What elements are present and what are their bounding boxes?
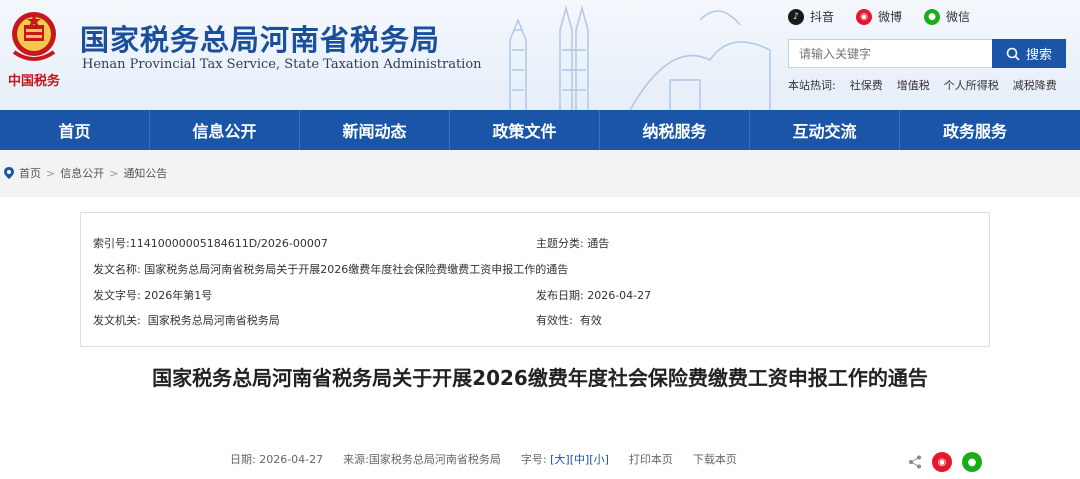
breadcrumb: 首页 > 信息公开 > 通知公告: [4, 165, 167, 181]
meta-category: 主题分类: 通告: [536, 237, 610, 250]
meta-doc-no: 发文字号: 2026年第1号: [93, 289, 213, 302]
tax-emblem-icon[interactable]: [6, 8, 62, 68]
hot-keyword[interactable]: 个人所得税: [944, 77, 999, 93]
social-douyin[interactable]: ♪ 抖音: [788, 8, 834, 25]
social-links: ♪ 抖音 ◉ 微博 ● 微信: [788, 8, 970, 25]
share-icon[interactable]: [908, 455, 922, 469]
share-wechat-icon[interactable]: ●: [962, 452, 982, 472]
breadcrumb-separator: >: [46, 166, 56, 180]
share-weibo-icon[interactable]: ◉: [932, 452, 952, 472]
search-box: 搜索: [788, 39, 1066, 68]
meta-issuer: 发文机关: 国家税务总局河南省税务局: [93, 314, 280, 327]
site-header: 中国税务 国家税务总局河南省税务局 Henan Provincial Tax S…: [0, 0, 1080, 110]
social-weibo[interactable]: ◉ 微博: [856, 8, 902, 25]
article-content: 索引号:11410000005184611D/2026-00007 主题分类: …: [0, 197, 1080, 479]
search-input[interactable]: [788, 39, 992, 68]
meta-validity: 有效性: 有效: [536, 314, 602, 327]
location-pin-icon: [4, 167, 14, 179]
article-source: 国家税务总局河南省税务局: [368, 453, 501, 466]
hot-label: 本站热词:: [788, 79, 836, 92]
social-wechat[interactable]: ● 微信: [924, 8, 970, 25]
weibo-icon: ◉: [856, 8, 873, 25]
article-info-bar: 日期: 2026-04-27 来源: 国家税务总局河南省税务局 字号: [大] […: [230, 451, 737, 467]
nav-item-home[interactable]: 首页: [0, 110, 150, 150]
breadcrumb-notice[interactable]: 通知公告: [123, 165, 167, 181]
nav-item-policy[interactable]: 政策文件: [450, 110, 600, 150]
logo-text: 中国税务: [8, 74, 61, 89]
breadcrumb-separator: >: [109, 166, 119, 180]
share-bar: ◉ ●: [908, 452, 982, 472]
city-skyline-illustration: [509, 5, 771, 110]
search-button[interactable]: 搜索: [992, 39, 1066, 68]
print-button[interactable]: 打印本页: [629, 451, 673, 467]
douyin-icon: ♪: [788, 8, 804, 25]
meta-date: 发布日期: 2026-04-27: [536, 289, 652, 302]
nav-item-interaction[interactable]: 互动交流: [750, 110, 900, 150]
hot-keywords: 本站热词: 社保费 增值税 个人所得税 减税降费: [788, 77, 1057, 93]
document-meta: 索引号:11410000005184611D/2026-00007 主题分类: …: [80, 212, 990, 347]
meta-index: 索引号:11410000005184611D/2026-00007: [93, 237, 328, 250]
site-title[interactable]: 国家税务总局河南省税务局: [80, 17, 440, 59]
hot-keyword[interactable]: 社保费: [850, 77, 883, 93]
article-title: 国家税务总局河南省税务局关于开展2026缴费年度社会保险费缴费工资申报工作的通告: [152, 366, 928, 390]
hot-keyword[interactable]: 增值税: [897, 77, 930, 93]
search-icon: [1006, 47, 1020, 61]
font-size-large-button[interactable]: [大]: [550, 451, 570, 467]
nav-item-info-disclosure[interactable]: 信息公开: [150, 110, 300, 150]
breadcrumb-info[interactable]: 信息公开: [60, 165, 104, 181]
nav-item-tax-service[interactable]: 纳税服务: [600, 110, 750, 150]
breadcrumb-home[interactable]: 首页: [19, 165, 41, 181]
nav-item-news[interactable]: 新闻动态: [300, 110, 450, 150]
main-nav: 首页 信息公开 新闻动态 政策文件 纳税服务 互动交流 政务服务: [0, 110, 1080, 150]
meta-name: 发文名称: 国家税务总局河南省税务局关于开展2026缴费年度社会保险费缴费工资申…: [93, 263, 569, 276]
hot-keyword[interactable]: 减税降费: [1013, 77, 1057, 93]
download-button[interactable]: 下载本页: [693, 451, 737, 467]
font-size-small-button[interactable]: [小]: [589, 451, 609, 467]
wechat-icon: ●: [924, 8, 941, 25]
font-size-medium-button[interactable]: [中]: [570, 451, 590, 467]
nav-item-gov-service[interactable]: 政务服务: [900, 110, 1050, 150]
article-date: 2026-04-27: [259, 452, 324, 466]
site-subtitle: Henan Provincial Tax Service, State Taxa…: [82, 57, 482, 72]
